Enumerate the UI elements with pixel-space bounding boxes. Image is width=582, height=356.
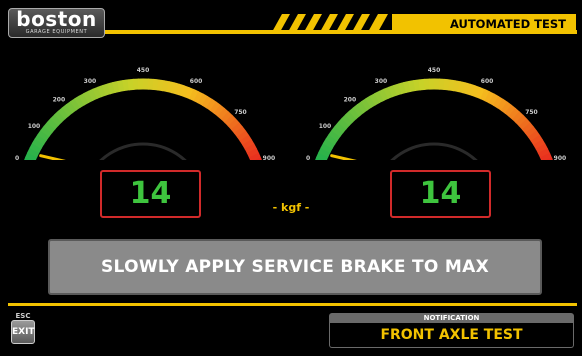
- left-brake-gauge: 0 100 200 300 450 600 750 900: [15, 67, 276, 160]
- gauge-tick-label: 200: [344, 97, 357, 104]
- gauge-arc-segment: [539, 152, 553, 160]
- gauge-tick-label: 200: [53, 97, 66, 104]
- gauge-tick-label: 900: [263, 155, 276, 160]
- gauge-tick-label: 300: [375, 78, 388, 85]
- exit-button[interactable]: EXIT: [11, 320, 35, 344]
- gauge-tick-label: 100: [319, 123, 332, 130]
- gauge-inner-arc: [99, 142, 187, 160]
- unit-label: - kgf -: [272, 201, 310, 214]
- gauge-inner-arc: [390, 142, 478, 160]
- gauge-tick-label: 600: [190, 78, 203, 85]
- gauge-tick-label: 450: [428, 67, 441, 74]
- gauge-needle: [39, 154, 66, 160]
- gauge-tick-label: 100: [28, 123, 41, 130]
- gauge-arc-segment: [248, 152, 262, 160]
- gauge-tick-label: 450: [137, 67, 150, 74]
- gauge-tick-label: 900: [554, 155, 567, 160]
- gauge-tick-label: 600: [481, 78, 494, 85]
- footer-divider: [8, 303, 577, 306]
- notification-title: NOTIFICATION: [329, 313, 574, 323]
- logo-wordmark: boston: [16, 7, 97, 31]
- gauge-tick-label: 750: [234, 109, 247, 116]
- gauge-tick-label: 300: [84, 78, 97, 85]
- left-force-readout: 14: [100, 170, 201, 218]
- right-brake-gauge: 0 100 200 300 450 600 750 900: [306, 67, 567, 160]
- esc-key-label: ESC: [15, 312, 31, 320]
- instruction-panel: SLOWLY APPLY SERVICE BRAKE TO MAX: [48, 239, 542, 295]
- gauge-tick-label: 0: [306, 155, 310, 160]
- right-force-readout: 14: [390, 170, 491, 218]
- gauge-needle: [330, 154, 357, 160]
- notification-text: FRONT AXLE TEST: [329, 323, 574, 348]
- gauge-tick-label: 0: [15, 155, 19, 160]
- gauge-tick-label: 750: [525, 109, 538, 116]
